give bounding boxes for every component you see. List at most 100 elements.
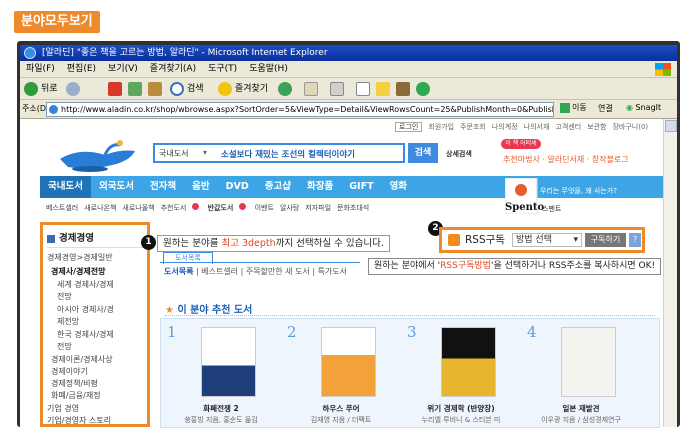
login-link[interactable]: 로그인 [395,122,423,132]
submenu-special-price[interactable]: 특가도서 [318,267,347,276]
menu-file[interactable]: 파일(F) [20,61,61,78]
subnav-new-books[interactable]: 새로나온책 [84,204,116,212]
sidebar-item[interactable]: 전망 [57,291,72,302]
nav-dvd[interactable]: DVD [218,176,257,198]
go-button[interactable]: 이동 [560,102,587,113]
sidebar-item[interactable]: 기업/경영자 스토리 [47,415,111,426]
menu-favorites[interactable]: 즐겨찾기(A) [144,61,202,78]
book-card[interactable]: 4 일본 재발견 이우광 지음 / 삼성경제연구 [521,319,641,429]
refresh-button[interactable] [128,81,142,97]
my-library-link[interactable]: 나의서재 [524,123,550,131]
nav-used-shop[interactable]: 중고샵 [257,176,299,198]
sidebar-item[interactable]: 기업 경영 [47,403,79,414]
subnav-upcoming[interactable]: 새로나올책 [122,204,154,212]
messenger-button[interactable] [416,81,433,97]
rss-method-select[interactable]: 방법 선택 ▾ [512,233,582,247]
book-card[interactable]: 1 화폐전쟁 2 쑹훙빙 지음, 홍순도 옮김 [161,319,281,429]
search-button[interactable]: 검색 [170,81,204,97]
menu-help[interactable]: 도움말(H) [243,61,294,78]
submenu-book-list[interactable]: 도서목록 [164,267,193,276]
content-submenu: 도서목록 | 베스트셀러 | 주목할만한 새 도서 | 특가도서 [164,267,348,276]
links-button[interactable]: 연결 [598,103,613,114]
all-categories-badge: 분야모두보기 [14,11,100,33]
sidebar-item[interactable]: 경제정책/비평 [51,378,98,389]
sidebar-item[interactable]: 한국 경제사/경제 [57,329,114,340]
vertical-scrollbar[interactable] [663,119,677,427]
search-query[interactable]: 소설보다 재밌는 조선의 컬렉터이야기 [221,148,355,160]
home-button[interactable] [148,81,162,97]
customer-center-link[interactable]: 고객센터 [555,123,581,131]
subnav-events[interactable]: 이벤트 [255,204,274,212]
forward-button[interactable] [66,81,83,97]
subnav-alsatang[interactable]: 알사탕 [280,204,299,212]
book-cover[interactable] [441,327,496,397]
sidebar-item[interactable]: 제전망 [57,316,79,327]
discuss-button[interactable] [376,81,390,97]
scroll-up-arrow[interactable] [665,120,677,132]
book-cover[interactable] [321,327,376,397]
sidebar-item[interactable]: 경제경영>경제일반 [47,252,113,263]
sidebar-item[interactable]: 경제사/경제전망 [51,266,105,277]
nav-foreign-books[interactable]: 외국도서 [91,176,142,198]
sub-nav: 베스트셀러 새로나온책 새로나올책 추천도서 반값도서 이벤트 알사탕 저자파일 문화초대석 [46,203,375,213]
book-rank: 2 [287,323,297,341]
my-account-link[interactable]: 나의계정 [492,123,518,131]
nav-cosmetics[interactable]: 화장품 [299,176,341,198]
book-card[interactable]: 3 위기 경제학 (반양장) 누리엘 루비니 & 스티븐 미 [401,319,521,429]
mail-button[interactable] [304,81,318,97]
recommend-links[interactable]: 추천마법사 · 알라딘서재 · 창작블로그 [503,154,629,165]
nav-ebooks[interactable]: 전자책 [142,176,184,198]
history-button[interactable] [278,81,295,97]
subnav-recommended[interactable]: 추천도서 [161,204,187,212]
menu-view[interactable]: 보기(V) [102,61,144,78]
book-author: 쑹훙빙 지음, 홍순도 옮김 [184,416,258,424]
print-button[interactable] [330,81,344,97]
subnav-half-price[interactable]: 반값도서 [208,204,234,212]
nav-domestic-books[interactable]: 국내도서 [40,176,91,198]
sidebar-item[interactable]: 세계 경제사/경제 [57,279,114,290]
subnav-author-file[interactable]: 저자파일 [305,204,331,212]
rss-subscribe-button[interactable]: 구독하기 [585,233,626,247]
sidebar-item[interactable]: 아시아 경제사/경 [57,304,114,315]
sidebar-item[interactable]: 경제이론/경제사상 [51,354,113,365]
saved-link[interactable]: 보관함 [587,123,606,131]
menu-tools[interactable]: 도구(T) [202,61,243,78]
sidebar-item[interactable]: 경제이야기 [51,366,88,377]
research-button[interactable] [396,81,410,97]
site-search-box[interactable]: 국내도서 ▾ 소설보다 재밌는 조선의 컬렉터이야기 [153,143,405,163]
spento-tagline: 우리는 무엇을, 왜 사는가? [540,187,618,195]
book-title[interactable]: 하우스 푸어 [281,403,401,414]
rss-help-button[interactable]: ? [629,233,641,247]
book-card[interactable]: 2 하우스 푸어 김재영 지음 / 더팩트 [281,319,401,429]
search-category-select[interactable]: 국내도서 [159,148,188,159]
favorites-button[interactable]: 즐겨찾기 [218,81,268,97]
cart-link[interactable]: 장바구니(0) [612,123,648,131]
stop-button[interactable] [108,81,122,97]
order-lookup-link[interactable]: 주문조회 [460,123,486,131]
nav-music[interactable]: 음반 [184,176,217,198]
subnav-bestseller[interactable]: 베스트셀러 [46,204,78,212]
rss-label: RSS구독 [465,234,505,246]
aladin-genie-lamp-logo[interactable] [50,129,145,179]
submenu-bestseller[interactable]: 베스트셀러 [201,267,238,276]
sidebar-item[interactable]: 전망 [57,341,72,352]
submenu-notable-new[interactable]: 주목할만한 새 도서 [246,267,310,276]
site-search-button[interactable]: 검색 [408,143,438,163]
subnav-culture[interactable]: 문화초대석 [337,204,369,212]
snagit-button[interactable]: ◉ SnagIt [626,103,661,112]
advanced-search-link[interactable]: 상세검색 [446,149,472,159]
book-title[interactable]: 일본 재발견 [521,403,641,414]
sidebar-item[interactable]: 화폐/금융/재정 [51,390,101,401]
book-cover[interactable] [561,327,616,397]
nav-gift[interactable]: GIFT [341,176,381,198]
edit-button[interactable] [356,81,370,97]
address-input[interactable]: http://www.aladin.co.kr/shop/wbrowse.asp… [46,102,554,117]
back-button[interactable]: 뒤로 [24,81,58,97]
nav-movies[interactable]: 영화 [382,176,415,198]
menu-edit[interactable]: 편집(E) [61,61,102,78]
chevron-down-icon: ▾ [573,235,578,245]
book-title[interactable]: 화폐전쟁 2 [161,403,281,414]
book-title[interactable]: 위기 경제학 (반양장) [401,403,521,414]
book-cover[interactable] [201,327,256,397]
signup-link[interactable]: 회원가입 [428,123,454,131]
